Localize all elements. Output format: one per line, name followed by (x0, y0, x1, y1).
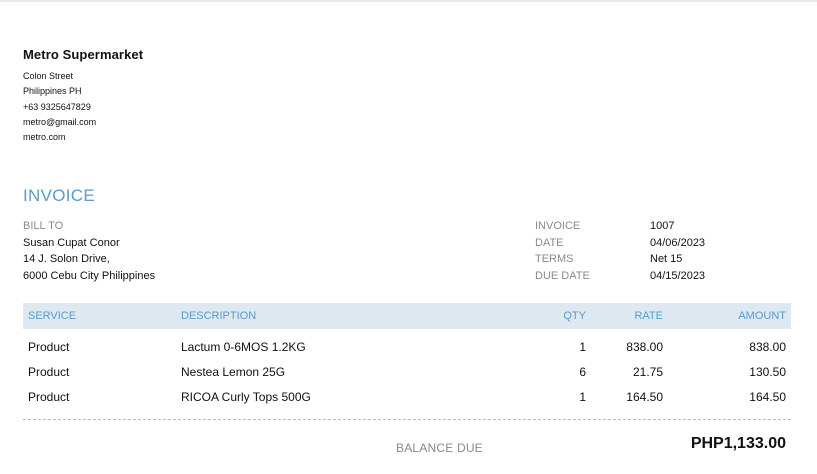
balance-due-amount: PHP1,133.00 (690, 435, 786, 452)
cell-description: Nestea Lemon 25G (181, 365, 286, 379)
invoice-title: INVOICE (23, 186, 96, 205)
invoice-number: 1007 (650, 220, 675, 232)
column-header-amount: AMOUNT (738, 310, 786, 322)
meta-row-terms: TERMS Net 15 (535, 251, 705, 268)
cell-service: Product (28, 365, 70, 379)
cell-rate: 21.75 (632, 365, 663, 379)
totals-divider (23, 419, 791, 420)
company-country: Philippines PH (23, 86, 82, 97)
column-header-qty: QTY (563, 310, 586, 322)
company-name: Metro Supermarket (23, 47, 144, 62)
cell-qty: 1 (579, 340, 586, 354)
invoice-meta: INVOICE 1007 DATE 04/06/2023 TERMS Net 1… (535, 218, 705, 284)
table-row: Product RICOA Curly Tops 500G 1 164.50 1… (23, 387, 791, 407)
cell-rate: 164.50 (626, 390, 663, 404)
meta-label: TERMS (535, 253, 574, 265)
cell-amount: 130.50 (749, 365, 786, 379)
cell-description: Lactum 0-6MOS 1.2KG (181, 340, 306, 354)
cell-service: Product (28, 390, 70, 404)
bill-to-block: BILL TO Susan Cupat Conor 14 J. Solon Dr… (23, 218, 155, 284)
company-phone: +63 9325647829 (23, 101, 91, 112)
meta-label: DATE (535, 236, 564, 249)
meta-row-date: DATE 04/06/2023 (535, 235, 705, 252)
invoice-date: 04/06/2023 (650, 236, 706, 249)
cell-amount: 838.00 (749, 340, 786, 354)
company-street: Colon Street (23, 71, 74, 81)
table-row: Product Nestea Lemon 25G 6 21.75 130.50 (23, 362, 791, 382)
meta-label: INVOICE (535, 220, 581, 232)
meta-row-invoice: INVOICE 1007 (535, 218, 705, 235)
company-email: metro@gmail.com (23, 116, 97, 127)
balance-due-label: BALANCE DUE (396, 441, 483, 455)
invoice-terms: Net 15 (650, 253, 683, 265)
table-row: Product Lactum 0-6MOS 1.2KG 1 838.00 838… (23, 337, 791, 357)
meta-row-due-date: DUE DATE 04/15/2023 (535, 268, 705, 285)
cell-qty: 6 (579, 365, 586, 379)
bill-to-name: Susan Cupat Conor (23, 236, 120, 249)
cell-qty: 1 (579, 390, 586, 404)
column-header-service: SERVICE (28, 310, 77, 322)
cell-amount: 164.50 (749, 390, 786, 404)
bill-to-label: BILL TO (23, 220, 64, 232)
due-date: 04/15/2023 (650, 269, 706, 282)
table-header: SERVICE DESCRIPTION QTY RATE AMOUNT (23, 303, 791, 329)
cell-rate: 838.00 (626, 340, 663, 354)
top-divider (0, 0, 817, 2)
bill-to-address-line1: 14 J. Solon Drive, (23, 253, 110, 265)
company-block: Metro Supermarket Colon Street Philippin… (23, 47, 143, 145)
bill-to-address-line2: 6000 Cebu City Philippines (23, 269, 156, 282)
cell-service: Product (28, 340, 70, 354)
meta-label: DUE DATE (535, 269, 590, 282)
column-header-rate: RATE (634, 310, 663, 322)
company-website: metro.com (23, 132, 66, 143)
cell-description: RICOA Curly Tops 500G (181, 390, 311, 404)
column-header-description: DESCRIPTION (181, 310, 257, 322)
